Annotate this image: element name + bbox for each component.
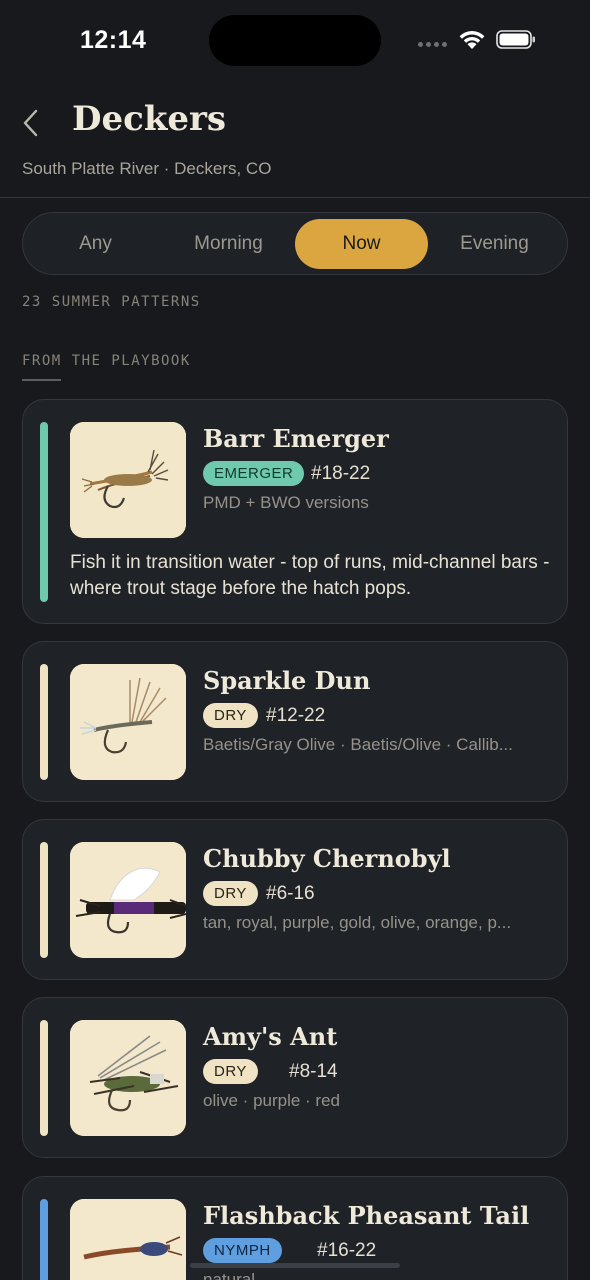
pattern-type-badge: NYMPH xyxy=(203,1238,282,1263)
hook-size: #18-22 xyxy=(311,463,371,484)
sparkle-dun-fly-icon xyxy=(70,664,186,780)
pattern-variants: Baetis/Gray Olive · Baetis/Olive · Calli… xyxy=(203,735,513,754)
pattern-variants: natural xyxy=(203,1270,255,1280)
location-subtitle: South Platte River · Deckers, CO xyxy=(22,159,272,178)
pattern-name: Barr Emerger xyxy=(203,424,389,453)
time-of-day-filter: Any Morning Now Evening xyxy=(22,212,568,275)
pattern-card-chubby-chernobyl[interactable]: Chubby Chernobyl DRY #6-16 tan, royal, p… xyxy=(22,819,568,980)
chubby-chernobyl-fly-icon xyxy=(70,842,186,958)
pattern-type-accent-bar xyxy=(40,664,48,780)
hook-size: #12-22 xyxy=(266,705,326,726)
amys-ant-fly-icon xyxy=(70,1020,186,1136)
hook-size: #16-22 xyxy=(317,1240,377,1261)
pattern-type-accent-bar xyxy=(40,842,48,958)
filter-option-now[interactable]: Now xyxy=(295,219,428,269)
pattern-note: Fish it in transition water - top of run… xyxy=(70,552,550,599)
pattern-card-amys-ant[interactable]: Amy's Ant DRY #8-14 olive · purple · red xyxy=(22,997,568,1158)
back-button[interactable] xyxy=(14,106,48,140)
status-bar: 12:14 xyxy=(0,0,590,80)
pattern-type-accent-bar xyxy=(40,422,48,602)
pattern-type-badge: DRY xyxy=(203,703,258,728)
hook-size: #6-16 xyxy=(266,883,315,904)
pattern-count: 23 SUMMER PATTERNS xyxy=(22,294,201,310)
filter-option-any[interactable]: Any xyxy=(29,219,162,269)
pattern-type-badge: EMERGER xyxy=(203,461,305,486)
hook-size: #8-14 xyxy=(289,1061,338,1082)
pattern-name: Amy's Ant xyxy=(203,1022,338,1051)
pattern-type-accent-bar xyxy=(40,1199,48,1280)
filter-option-morning[interactable]: Morning xyxy=(162,219,295,269)
home-indicator[interactable] xyxy=(190,1263,400,1268)
pattern-card-barr-emerger[interactable]: Barr Emerger EMERGER #18-22 PMD + BWO ve… xyxy=(22,399,568,624)
pattern-type-badge: DRY xyxy=(203,881,258,906)
section-underline xyxy=(22,379,61,381)
wifi-icon xyxy=(459,31,485,49)
screen: 12:14 Deckers South Platte River · Decke… xyxy=(0,0,590,1280)
section-heading-playbook: FROM THE PLAYBOOK xyxy=(22,353,191,369)
pattern-type-badge: DRY xyxy=(203,1059,258,1084)
flashback-pheasant-tail-fly-icon xyxy=(70,1199,186,1280)
pattern-name: Chubby Chernobyl xyxy=(203,844,451,873)
pattern-type-accent-bar xyxy=(40,1020,48,1136)
pattern-variants: PMD + BWO versions xyxy=(203,493,369,512)
cellular-signal-icon xyxy=(418,42,447,47)
filter-option-evening[interactable]: Evening xyxy=(428,219,561,269)
pattern-variants: olive · purple · red xyxy=(203,1091,341,1110)
dynamic-island xyxy=(209,15,381,66)
pattern-variants: tan, royal, purple, gold, olive, orange,… xyxy=(203,913,512,932)
pattern-card-sparkle-dun[interactable]: Sparkle Dun DRY #12-22 Baetis/Gray Olive… xyxy=(22,641,568,802)
chevron-left-icon xyxy=(23,109,38,137)
battery-icon xyxy=(496,30,535,49)
pattern-name: Sparkle Dun xyxy=(203,666,371,695)
header-divider xyxy=(0,197,590,198)
barr-emerger-fly-icon xyxy=(70,422,186,538)
page-title: Deckers xyxy=(72,99,227,139)
pattern-name: Flashback Pheasant Tail xyxy=(203,1201,530,1230)
status-time: 12:14 xyxy=(80,26,147,54)
